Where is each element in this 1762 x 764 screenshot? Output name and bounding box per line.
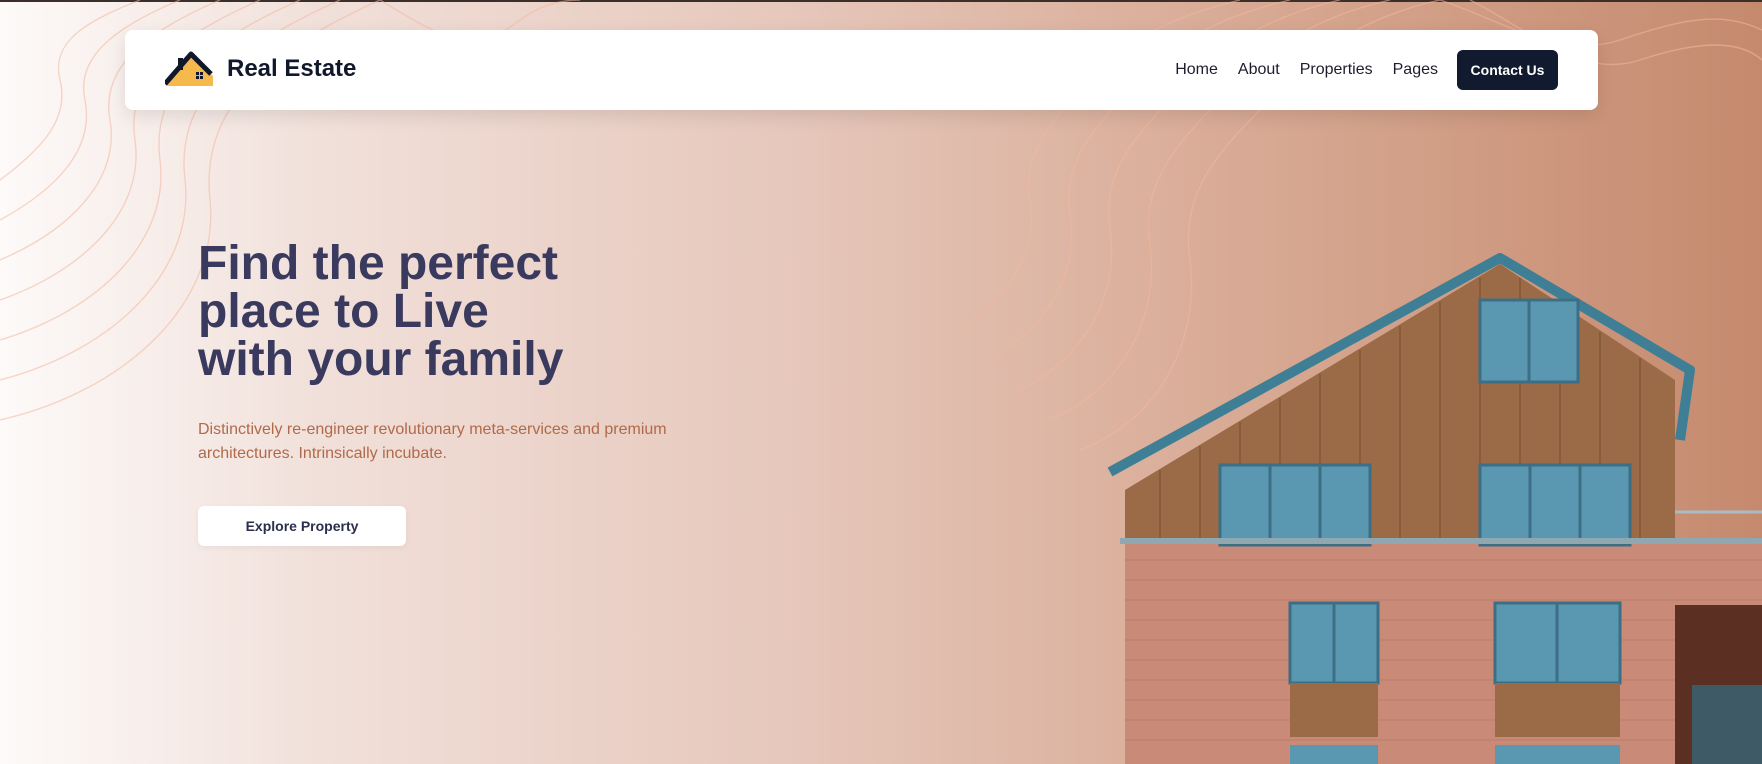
contact-us-button[interactable]: Contact Us	[1457, 50, 1558, 90]
nav-link-pages[interactable]: Pages	[1393, 61, 1438, 79]
navbar: Real Estate Home About Properties Pages …	[125, 30, 1598, 110]
hero-title-line: place to Live	[198, 285, 489, 338]
house-building-illustration	[1107, 253, 1762, 764]
nav-link-properties[interactable]: Properties	[1300, 61, 1373, 79]
hero-title-line: with your family	[198, 333, 564, 386]
hero-title: Find the perfect place to Live with your…	[198, 240, 718, 384]
brand[interactable]: Real Estate	[165, 50, 356, 88]
hero-description: Distinctively re-engineer revolutionary …	[198, 421, 667, 462]
explore-property-button[interactable]: Explore Property	[198, 506, 406, 546]
nav-link-home[interactable]: Home	[1175, 61, 1218, 79]
brand-name: Real Estate	[227, 55, 357, 82]
hero-title-line: Find the perfect	[198, 237, 559, 290]
nav-menu: Home About Properties Pages	[1175, 30, 1438, 110]
nav-link-about[interactable]: About	[1238, 61, 1280, 79]
house-logo-icon	[165, 51, 213, 86]
hero-section: Find the perfect place to Live with your…	[198, 240, 718, 546]
